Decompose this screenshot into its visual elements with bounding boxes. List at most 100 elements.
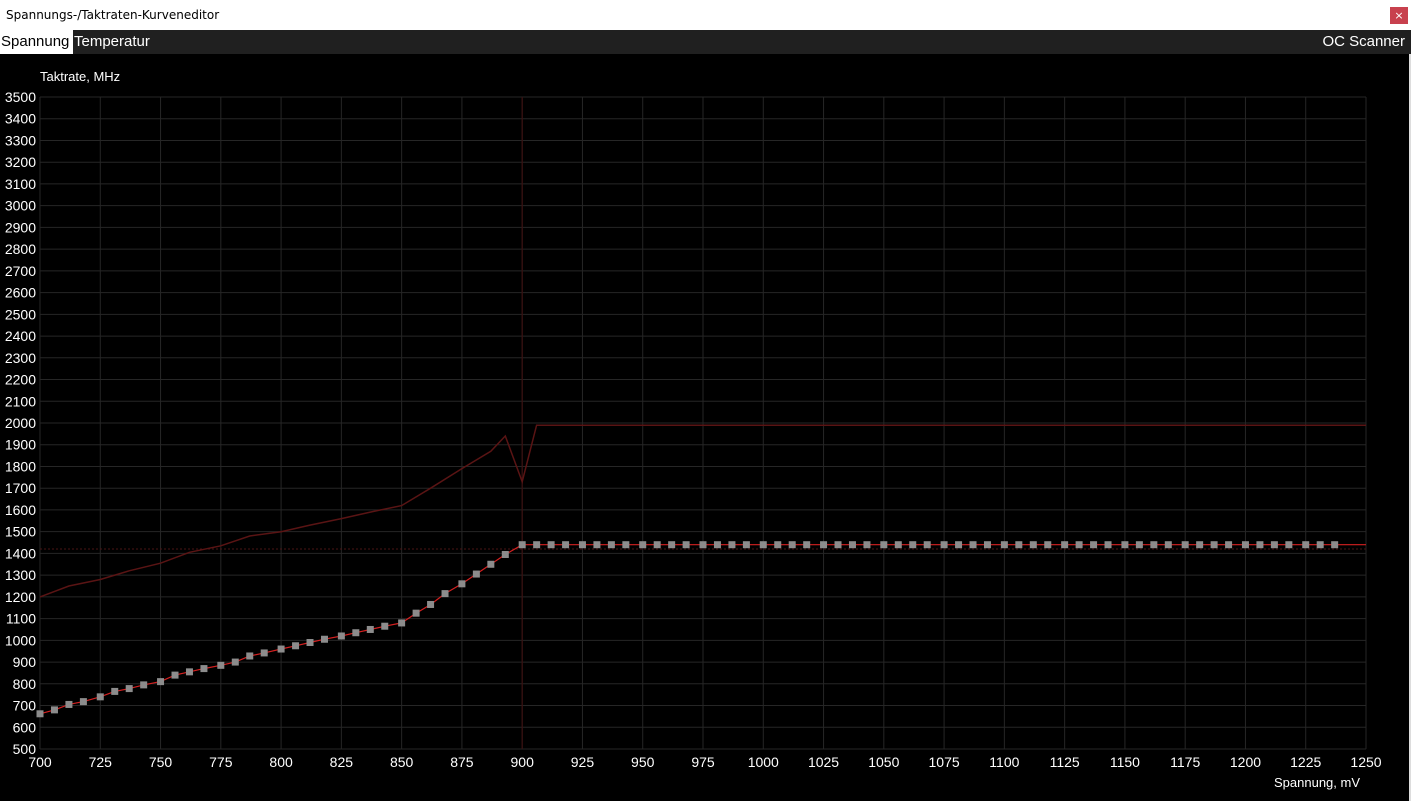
curve-point[interactable] <box>1000 541 1008 549</box>
curve-point[interactable] <box>880 541 888 549</box>
curve-point[interactable] <box>260 649 268 657</box>
curve-point[interactable] <box>759 541 767 549</box>
curve-point[interactable] <box>1029 541 1037 549</box>
curve-point[interactable] <box>909 541 917 549</box>
y-tick-label: 1400 <box>5 545 36 561</box>
curve-point[interactable] <box>1285 541 1293 549</box>
curve-point[interactable] <box>65 700 73 708</box>
curve-points[interactable] <box>36 541 1339 718</box>
tab-temperatur[interactable]: Temperatur <box>74 30 150 54</box>
curve-point[interactable] <box>1270 541 1278 549</box>
curve-point[interactable] <box>788 541 796 549</box>
curve-point[interactable] <box>1150 541 1158 549</box>
curve-point[interactable] <box>441 590 449 598</box>
curve-point[interactable] <box>398 619 406 627</box>
curve-point[interactable] <box>1075 541 1083 549</box>
curve-point[interactable] <box>803 541 811 549</box>
curve-point[interactable] <box>578 541 586 549</box>
curve-point[interactable] <box>1044 541 1052 549</box>
y-tick-label: 3200 <box>5 154 36 170</box>
curve-point[interactable] <box>217 661 225 669</box>
curve-point[interactable] <box>547 541 555 549</box>
curve-point[interactable] <box>412 609 420 617</box>
curve-point[interactable] <box>774 541 782 549</box>
tab-spannung[interactable]: Spannung <box>0 30 74 54</box>
curve-point[interactable] <box>1196 541 1204 549</box>
curve-point[interactable] <box>79 698 87 706</box>
curve-point[interactable] <box>940 541 948 549</box>
curve-point[interactable] <box>834 541 842 549</box>
curve-point[interactable] <box>983 541 991 549</box>
curve-point[interactable] <box>1121 541 1129 549</box>
curve-point[interactable] <box>458 580 466 588</box>
curve-point[interactable] <box>713 541 721 549</box>
curve-point[interactable] <box>820 541 828 549</box>
curve-point[interactable] <box>200 665 208 673</box>
curve-point[interactable] <box>518 541 526 549</box>
curve-point[interactable] <box>1061 541 1069 549</box>
curve-point[interactable] <box>955 541 963 549</box>
close-button[interactable]: × <box>1390 7 1408 24</box>
curve-point[interactable] <box>352 629 360 637</box>
curve-point[interactable] <box>487 560 495 568</box>
curve-point[interactable] <box>1135 541 1143 549</box>
curve-point[interactable] <box>231 658 239 666</box>
curve-point[interactable] <box>427 600 435 608</box>
curve-point[interactable] <box>1241 541 1249 549</box>
curve-point[interactable] <box>1316 541 1324 549</box>
curve-point[interactable] <box>668 541 676 549</box>
curve-point[interactable] <box>320 635 328 643</box>
curve-point[interactable] <box>728 541 736 549</box>
curve-point[interactable] <box>622 541 630 549</box>
curve-point[interactable] <box>1331 541 1339 549</box>
y-tick-label: 3100 <box>5 176 36 192</box>
curve-point[interactable] <box>337 632 345 640</box>
curve-point[interactable] <box>1181 541 1189 549</box>
curve-point[interactable] <box>562 541 570 549</box>
curve-point[interactable] <box>639 541 647 549</box>
curve-point[interactable] <box>36 710 44 718</box>
curve-point[interactable] <box>111 687 119 695</box>
curve-point[interactable] <box>742 541 750 549</box>
curve-point[interactable] <box>699 541 707 549</box>
y-tick-label: 2200 <box>5 372 36 388</box>
curve-point[interactable] <box>472 570 480 578</box>
curve-point[interactable] <box>682 541 690 549</box>
curve-point[interactable] <box>96 693 104 701</box>
curve-point[interactable] <box>1256 541 1264 549</box>
curve-point[interactable] <box>185 668 193 676</box>
curve-point[interactable] <box>381 622 389 630</box>
oc-scanner-button[interactable]: OC Scanner <box>1322 30 1405 54</box>
curve-point[interactable] <box>894 541 902 549</box>
curve-point[interactable] <box>533 541 541 549</box>
curve-point[interactable] <box>501 550 509 558</box>
curve-point[interactable] <box>1225 541 1233 549</box>
curve-point[interactable] <box>1210 541 1218 549</box>
curve-point[interactable] <box>1164 541 1172 549</box>
curve-point[interactable] <box>1302 541 1310 549</box>
curve-point[interactable] <box>50 706 58 714</box>
curve-point[interactable] <box>306 639 314 647</box>
curve-point[interactable] <box>1015 541 1023 549</box>
y-tick-label: 2800 <box>5 241 36 257</box>
curve-point[interactable] <box>1090 541 1098 549</box>
curve-point[interactable] <box>366 625 374 633</box>
curve-point[interactable] <box>923 541 931 549</box>
curve-point[interactable] <box>246 652 254 660</box>
curve-point[interactable] <box>125 685 133 693</box>
curve-point[interactable] <box>653 541 661 549</box>
curve-point[interactable] <box>157 678 165 686</box>
curve-point[interactable] <box>277 645 285 653</box>
voltage-frequency-chart[interactable]: 5006007008009001000110012001300140015001… <box>0 54 1409 801</box>
curve-point[interactable] <box>607 541 615 549</box>
curve-point[interactable] <box>1104 541 1112 549</box>
curve-point[interactable] <box>171 671 179 679</box>
curve-point[interactable] <box>848 541 856 549</box>
curve-point[interactable] <box>292 642 300 650</box>
x-axis-ticks: 700 725 750 775 800 825 850 875 900 925 950 975 1000… <box>28 754 1381 770</box>
curve-point[interactable] <box>969 541 977 549</box>
curve-point[interactable] <box>140 681 148 689</box>
curve-point[interactable] <box>863 541 871 549</box>
curve-point[interactable] <box>593 541 601 549</box>
y-tick-label: 2700 <box>5 263 36 279</box>
